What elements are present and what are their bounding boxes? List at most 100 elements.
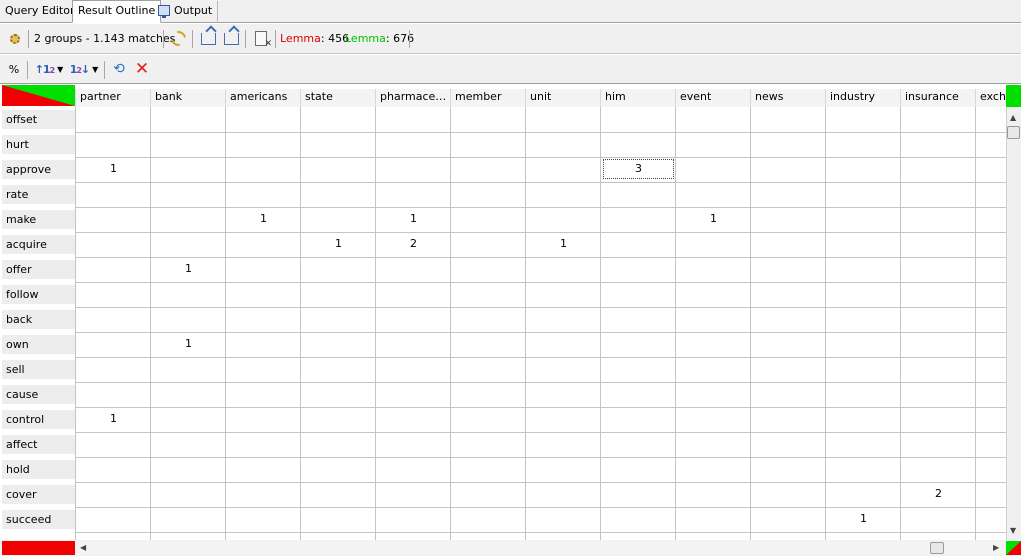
refresh-button[interactable]: ⟲ — [110, 55, 128, 83]
vertical-scrollbar[interactable] — [1006, 85, 1021, 540]
grid-cell[interactable] — [226, 332, 301, 356]
grid-cell[interactable] — [526, 482, 601, 506]
grid-cell[interactable] — [901, 407, 976, 431]
grid-cell[interactable] — [301, 132, 376, 156]
grid-cell[interactable] — [376, 482, 451, 506]
grid-cell[interactable] — [526, 257, 601, 281]
grid-cell[interactable] — [76, 332, 151, 356]
grid-cell[interactable] — [301, 357, 376, 381]
import-button[interactable] — [221, 24, 241, 53]
grid-cell[interactable] — [976, 282, 1006, 306]
percent-button[interactable]: % — [6, 55, 22, 83]
grid-cell[interactable]: 1 — [376, 207, 451, 231]
grid-cell[interactable] — [226, 182, 301, 206]
grid-cell[interactable] — [676, 182, 751, 206]
grid-cell[interactable] — [601, 432, 676, 456]
grid-cell[interactable]: 1 — [151, 257, 226, 281]
grid-cell[interactable] — [751, 382, 826, 406]
grid-cell[interactable] — [901, 332, 976, 356]
grid-cell[interactable] — [151, 307, 226, 331]
grid-cell[interactable] — [751, 407, 826, 431]
row-header[interactable]: sell — [2, 360, 75, 379]
grid-cell[interactable] — [751, 232, 826, 256]
grid-cell[interactable] — [376, 357, 451, 381]
grid-cell[interactable] — [226, 432, 301, 456]
grid-cell[interactable] — [301, 457, 376, 481]
grid-cell[interactable] — [526, 282, 601, 306]
grid-cell[interactable] — [526, 182, 601, 206]
grid-cell[interactable] — [976, 207, 1006, 231]
grid-cell[interactable] — [601, 207, 676, 231]
grid-cell[interactable] — [301, 257, 376, 281]
grid-cell[interactable] — [376, 107, 451, 131]
grid-cell[interactable] — [601, 307, 676, 331]
grid-cell[interactable] — [826, 132, 901, 156]
grid-cell[interactable]: 2 — [901, 482, 976, 506]
grid-cell[interactable] — [826, 282, 901, 306]
grid-cell[interactable] — [301, 157, 376, 181]
grid-cell[interactable] — [826, 157, 901, 181]
grid-cell[interactable] — [376, 507, 451, 531]
grid-cell[interactable] — [76, 132, 151, 156]
grid-cell[interactable] — [526, 357, 601, 381]
grid-cell[interactable] — [376, 282, 451, 306]
grid-cell[interactable] — [976, 482, 1006, 506]
grid-cell[interactable] — [76, 257, 151, 281]
grid-cell[interactable] — [826, 182, 901, 206]
grid-cell[interactable] — [601, 132, 676, 156]
grid-cell[interactable] — [226, 407, 301, 431]
grid-cell[interactable] — [976, 257, 1006, 281]
column-header[interactable]: unit — [525, 89, 600, 107]
grid-cell[interactable] — [826, 432, 901, 456]
scroll-down-icon[interactable]: ▼ — [1010, 526, 1016, 535]
grid-cell[interactable] — [226, 457, 301, 481]
tab-result-outline[interactable]: Result Outline — [72, 0, 162, 23]
grid-cell[interactable] — [826, 207, 901, 231]
column-header[interactable]: event — [675, 89, 750, 107]
grid-cell[interactable] — [151, 407, 226, 431]
grid-cell[interactable] — [526, 132, 601, 156]
grid-cell[interactable] — [676, 457, 751, 481]
clear-button[interactable] — [251, 24, 272, 53]
grid-cell[interactable] — [76, 382, 151, 406]
sort-descending-button[interactable]: 12↓ ▼ — [68, 55, 100, 83]
grid-cell[interactable] — [76, 107, 151, 131]
grid-cell[interactable] — [601, 232, 676, 256]
grid-cell[interactable] — [676, 382, 751, 406]
grid-cell[interactable] — [451, 157, 526, 181]
grid-cell[interactable] — [451, 207, 526, 231]
sync-button[interactable] — [167, 24, 189, 53]
grid-cell[interactable] — [676, 257, 751, 281]
grid-cell[interactable] — [151, 107, 226, 131]
grid-cell[interactable] — [151, 282, 226, 306]
grid-cell[interactable] — [76, 457, 151, 481]
grid-cell[interactable] — [976, 157, 1006, 181]
grid-cell[interactable] — [901, 507, 976, 531]
grid-cell[interactable] — [76, 357, 151, 381]
grid-cell[interactable] — [901, 132, 976, 156]
grid-cell[interactable] — [526, 432, 601, 456]
grid-cell[interactable] — [301, 332, 376, 356]
grid-cell[interactable] — [751, 207, 826, 231]
grid-cell[interactable]: 2 — [376, 232, 451, 256]
tab-query-editor[interactable]: Query Editor — [0, 1, 81, 23]
grid-cell[interactable] — [976, 182, 1006, 206]
grid-cell[interactable] — [376, 382, 451, 406]
grid-cell[interactable] — [901, 257, 976, 281]
grid-cell[interactable] — [826, 407, 901, 431]
grid-cell[interactable] — [151, 357, 226, 381]
grid-cell[interactable] — [601, 407, 676, 431]
grid-cell[interactable] — [826, 257, 901, 281]
grid-cell[interactable] — [451, 382, 526, 406]
settings-button[interactable] — [6, 24, 24, 53]
grid-cell[interactable] — [526, 157, 601, 181]
grid-cell[interactable] — [976, 307, 1006, 331]
horizontal-scrollbar[interactable] — [76, 541, 1006, 555]
grid-cell[interactable] — [151, 382, 226, 406]
grid-cell[interactable] — [676, 482, 751, 506]
grid-cell[interactable] — [976, 357, 1006, 381]
grid-cell[interactable] — [601, 332, 676, 356]
grid-cell[interactable] — [976, 507, 1006, 531]
row-header[interactable]: rate — [2, 185, 75, 204]
row-header[interactable]: succeed — [2, 510, 75, 529]
